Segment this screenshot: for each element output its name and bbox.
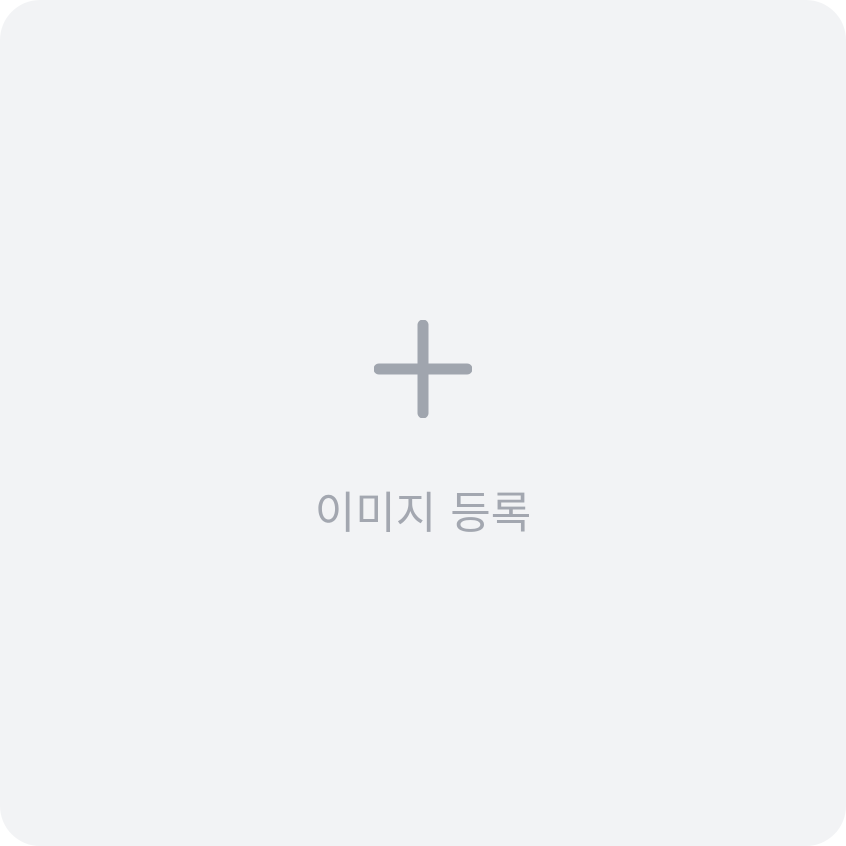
upload-label: 이미지 등록 bbox=[314, 488, 532, 539]
image-upload-tile[interactable]: 이미지 등록 bbox=[0, 0, 846, 846]
plus-icon bbox=[374, 320, 472, 418]
